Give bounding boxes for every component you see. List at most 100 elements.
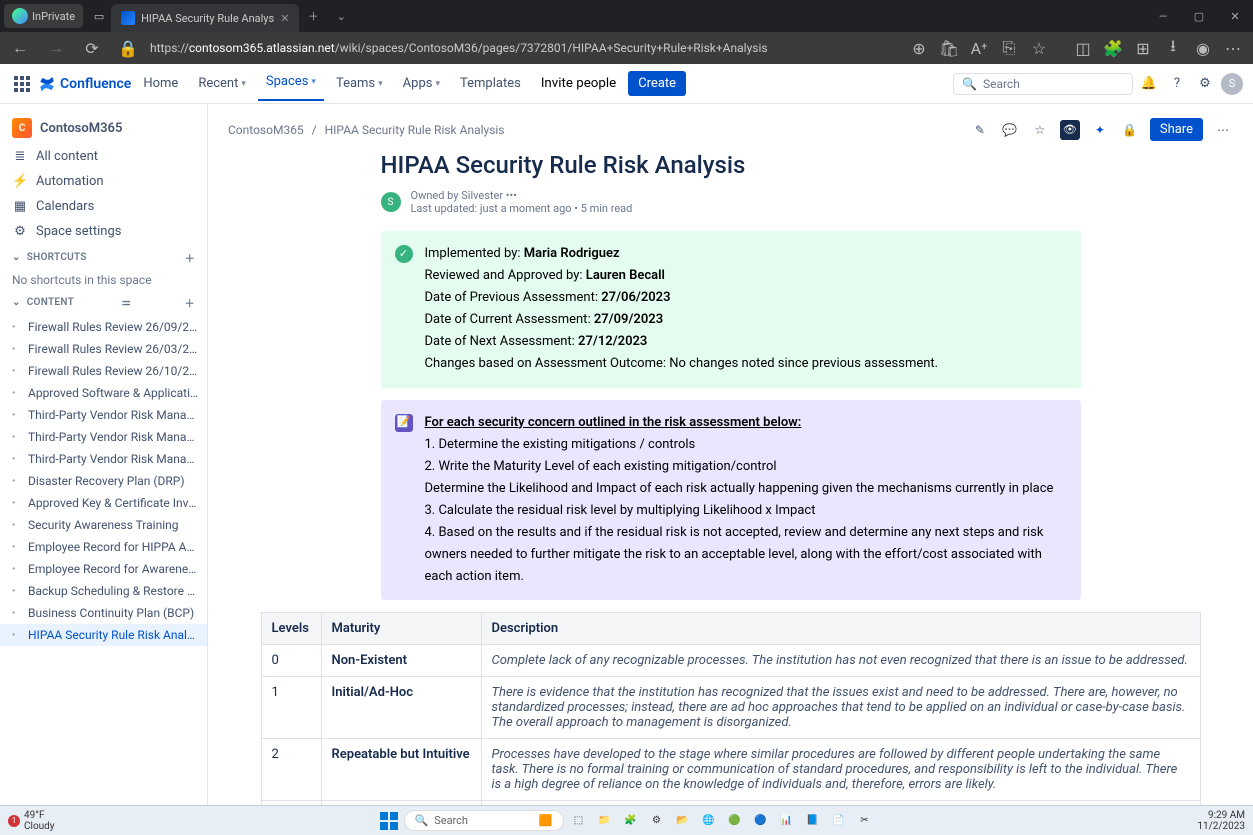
- taskbar-search[interactable]: 🔍 Search 🟧: [404, 810, 564, 831]
- page-tree-item[interactable]: •Third-Party Vendor Risk Management - 27…: [0, 448, 207, 470]
- bullet-icon: •: [12, 410, 24, 421]
- browser-menu-icon[interactable]: ⋯: [1219, 34, 1247, 62]
- tab-chevron-icon[interactable]: ⌄: [327, 2, 355, 30]
- extensions-icon[interactable]: 🧩: [1099, 34, 1127, 62]
- settings-icon[interactable]: ⚙: [1193, 72, 1217, 96]
- page-tree-item[interactable]: •Third-Party Vendor Risk Management - 27…: [0, 404, 207, 426]
- nav-home[interactable]: Home: [135, 70, 186, 97]
- back-button[interactable]: ←: [6, 34, 34, 62]
- star-icon[interactable]: ☆: [1030, 120, 1050, 140]
- page-tree-item[interactable]: •Employee Record for HIPPA Annual Traini…: [0, 536, 207, 558]
- split-screen-icon[interactable]: ◫: [1069, 34, 1097, 62]
- weather-widget[interactable]: 1 49°F Cloudy: [8, 810, 55, 832]
- breadcrumb-space[interactable]: ContosoM365: [228, 123, 304, 137]
- sidebar-nav-item[interactable]: ≣All content: [0, 144, 207, 169]
- browser-profile-icon[interactable]: ◉: [1189, 34, 1217, 62]
- edit-icon[interactable]: ✎: [970, 120, 990, 140]
- taskbar-app-icon[interactable]: 📂: [672, 810, 694, 832]
- tab-close-icon[interactable]: ✕: [280, 12, 289, 25]
- browser-tab[interactable]: HIPAA Security Rule Analys ✕: [111, 4, 299, 32]
- page-tree-item[interactable]: •HIPAA Security Rule Risk Analysis: [0, 624, 207, 646]
- read-time: 5 min read: [581, 202, 633, 215]
- sidebar-nav-item[interactable]: ⚡Automation: [0, 169, 207, 194]
- more-actions-icon[interactable]: ⋯: [1213, 120, 1233, 140]
- page-tree-item[interactable]: •Backup Scheduling & Restore Procedure: [0, 580, 207, 602]
- site-info-icon[interactable]: 🔒: [114, 34, 142, 62]
- app-switcher-icon[interactable]: [10, 72, 34, 96]
- read-aloud-icon[interactable]: A⁺: [965, 34, 993, 62]
- nav-apps[interactable]: Apps▾: [395, 70, 448, 97]
- nav-recent[interactable]: Recent▾: [190, 70, 254, 97]
- collections-icon[interactable]: ⊞: [1129, 34, 1157, 62]
- page-tree-item[interactable]: •Employee Record for Awareness Training: [0, 558, 207, 580]
- nav-templates[interactable]: Templates: [452, 70, 529, 97]
- ai-icon[interactable]: ✦: [1090, 120, 1110, 140]
- collapse-icon[interactable]: ⌄: [12, 252, 21, 263]
- taskbar-app-icon[interactable]: ⚙: [646, 810, 668, 832]
- sidebar-nav-item[interactable]: ▦Calendars: [0, 194, 207, 219]
- window-minimize-button[interactable]: ―: [1145, 0, 1181, 32]
- breadcrumb-page[interactable]: HIPAA Security Rule Risk Analysis: [325, 123, 505, 137]
- address-bar[interactable]: https://contosom365.atlassian.net/wiki/s…: [150, 41, 897, 55]
- invite-people-button[interactable]: Invite people: [533, 72, 624, 95]
- lock-icon[interactable]: 🔒: [1120, 120, 1140, 140]
- window-close-button[interactable]: ✕: [1217, 0, 1253, 32]
- sidebar-nav-item[interactable]: ⚙Space settings: [0, 219, 207, 244]
- comment-icon[interactable]: 💬: [1000, 120, 1020, 140]
- add-shortcut-icon[interactable]: ＋: [185, 250, 195, 265]
- taskbar-app-icon[interactable]: 📘: [802, 810, 824, 832]
- owner-more-icon[interactable]: •••: [506, 189, 517, 202]
- search-input[interactable]: 🔍 Search: [953, 73, 1133, 95]
- taskbar-app-icon[interactable]: 🧩: [620, 810, 642, 832]
- page-tree-item[interactable]: •Firewall Rules Review 26/10/2022: [0, 360, 207, 382]
- bullet-icon: •: [12, 564, 24, 575]
- add-page-icon[interactable]: ＋: [185, 295, 195, 310]
- page-tree-item[interactable]: •Security Awareness Training: [0, 514, 207, 536]
- watchers-badge[interactable]: 👁: [1060, 120, 1080, 140]
- owner-avatar[interactable]: S: [381, 192, 401, 212]
- nav-spaces[interactable]: Spaces▾: [258, 68, 324, 101]
- task-view-icon[interactable]: ⬚: [568, 810, 590, 832]
- help-icon[interactable]: ?: [1165, 72, 1189, 96]
- space-header[interactable]: C ContosoM365: [0, 112, 207, 144]
- tab-overview-icon[interactable]: ▭: [87, 4, 111, 28]
- start-button[interactable]: [378, 810, 400, 832]
- page-tree-item[interactable]: •Disaster Recovery Plan (DRP): [0, 470, 207, 492]
- nav-icon: ≣: [12, 149, 28, 164]
- collapse-icon[interactable]: ⌄: [12, 297, 21, 308]
- taskbar-app-icon[interactable]: ✂: [854, 810, 876, 832]
- notifications-icon[interactable]: 🔔: [1137, 72, 1161, 96]
- shopping-icon[interactable]: 🛍: [935, 34, 963, 62]
- page-owner[interactable]: Silvester: [461, 189, 503, 202]
- taskbar-app-icon[interactable]: 📊: [776, 810, 798, 832]
- content-section[interactable]: ⌄ CONTENT ⚌ ＋: [0, 289, 207, 316]
- refresh-button[interactable]: ⟳: [78, 34, 106, 62]
- forward-button[interactable]: →: [42, 34, 70, 62]
- zoom-icon[interactable]: ⊕: [905, 34, 933, 62]
- confluence-logo[interactable]: Confluence: [38, 75, 131, 93]
- filter-icon[interactable]: ⚌: [122, 297, 131, 308]
- page-tree-item[interactable]: •Firewall Rules Review 26/03/2023: [0, 338, 207, 360]
- create-button[interactable]: Create: [628, 71, 686, 96]
- taskbar-app-icon[interactable]: 📄: [828, 810, 850, 832]
- system-tray-clock[interactable]: 9:29 AM 11/2/2023: [1197, 810, 1245, 832]
- taskbar-app-icon[interactable]: 🌐: [698, 810, 720, 832]
- taskbar-app-icon[interactable]: 🔵: [750, 810, 772, 832]
- user-avatar[interactable]: S: [1221, 73, 1243, 95]
- page-tree-item[interactable]: •Firewall Rules Review 26/09/2023: [0, 316, 207, 338]
- page-tree-item[interactable]: •Approved Key & Certificate Inventory: [0, 492, 207, 514]
- enter-immersive-icon[interactable]: ⎘: [995, 34, 1023, 62]
- nav-teams[interactable]: Teams▾: [328, 70, 391, 97]
- page-tree-item[interactable]: •Third-Party Vendor Risk Management - 27…: [0, 426, 207, 448]
- new-tab-button[interactable]: ＋: [299, 2, 327, 30]
- taskbar-app-icon[interactable]: 📁: [594, 810, 616, 832]
- page-tree-item[interactable]: •Business Continuity Plan (BCP): [0, 602, 207, 624]
- downloads-icon[interactable]: ⭳: [1159, 34, 1187, 62]
- window-maximize-button[interactable]: ▢: [1181, 0, 1217, 32]
- taskbar-app-icon[interactable]: 🟢: [724, 810, 746, 832]
- share-button[interactable]: Share: [1150, 118, 1203, 141]
- bullet-icon: •: [12, 630, 24, 641]
- favorites-icon[interactable]: ☆: [1025, 34, 1053, 62]
- shortcuts-section[interactable]: ⌄ SHORTCUTS ＋: [0, 244, 207, 271]
- page-tree-item[interactable]: •Approved Software & Applications List: [0, 382, 207, 404]
